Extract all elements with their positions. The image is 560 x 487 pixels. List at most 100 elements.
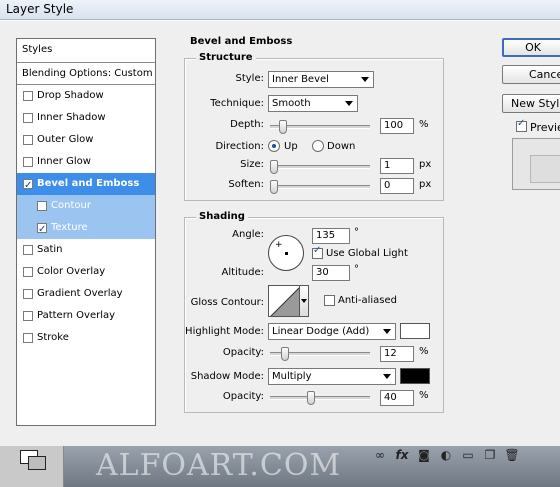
bevel-emboss-title: Bevel and Emboss (190, 36, 293, 47)
style-item-inner-shadow[interactable]: Inner Shadow (17, 107, 155, 129)
style-item-label: Drop Shadow (37, 90, 104, 101)
direction-down-label: Down (327, 141, 356, 152)
chevron-down-icon (383, 374, 391, 379)
gloss-contour-dropdown[interactable] (300, 285, 309, 317)
depth-input[interactable]: 100 (380, 118, 414, 134)
styles-header[interactable]: Styles (17, 39, 155, 63)
style-items: Drop Shadow Inner Shadow Outer Glow Inner G… (17, 85, 155, 349)
direction-label: Direction: (215, 141, 264, 152)
highlight-opacity-input[interactable]: 12 (380, 346, 414, 362)
highlight-mode-value: Linear Dodge (Add) (272, 326, 370, 337)
mask-icon[interactable]: ◙ (416, 448, 432, 464)
folder-icon[interactable]: ▭ (460, 448, 476, 464)
size-slider[interactable] (270, 160, 370, 174)
style-preview-box (512, 138, 560, 190)
style-item-contour[interactable]: Contour (17, 195, 155, 217)
technique-select[interactable]: Smooth (268, 95, 358, 112)
style-item-label: Satin (37, 244, 63, 255)
style-item-label: Bevel and Emboss (37, 178, 140, 189)
style-item-label: Inner Glow (37, 156, 91, 167)
style-item-label: Outer Glow (37, 134, 94, 145)
angle-input[interactable]: 135 (312, 228, 350, 244)
style-item-color-overlay[interactable]: Color Overlay (17, 261, 155, 283)
trash-icon[interactable]: 🗑 (504, 448, 520, 464)
size-unit: px (419, 159, 432, 170)
style-select-value: Inner Bevel (272, 74, 329, 85)
style-select[interactable]: Inner Bevel (268, 71, 374, 88)
style-checkbox[interactable] (23, 289, 33, 299)
depth-unit: % (419, 119, 429, 130)
style-checkbox[interactable] (23, 267, 33, 277)
crosshair-icon: + (275, 240, 283, 250)
preview-checkbox[interactable] (516, 118, 527, 132)
style-item-label: Inner Shadow (37, 112, 106, 123)
style-checkbox[interactable] (23, 157, 33, 167)
style-item-bevel-and-emboss[interactable]: Bevel and Emboss (17, 173, 155, 197)
style-item-gradient-overlay[interactable]: Gradient Overlay (17, 283, 155, 305)
size-slider-thumb[interactable] (270, 160, 278, 174)
background-color-icon[interactable] (28, 456, 46, 470)
anti-aliased-checkbox[interactable] (324, 295, 335, 306)
blending-options-item[interactable]: Blending Options: Custom (17, 63, 155, 85)
depth-slider-thumb[interactable] (279, 120, 288, 134)
style-item-label: Stroke (37, 332, 69, 343)
style-item-stroke[interactable]: Stroke (17, 327, 155, 349)
style-checkbox[interactable] (23, 333, 33, 343)
style-item-label: Contour (51, 200, 91, 211)
soften-slider[interactable] (270, 180, 370, 194)
style-item-satin[interactable]: Satin (17, 239, 155, 261)
shadow-opacity-slider[interactable] (270, 391, 370, 405)
dial-center-dot (285, 252, 288, 255)
style-item-pattern-overlay[interactable]: Pattern Overlay (17, 305, 155, 327)
shadow-color-swatch[interactable] (400, 368, 430, 384)
style-checkbox[interactable] (23, 175, 33, 197)
size-input[interactable]: 1 (380, 158, 414, 174)
chevron-down-icon (361, 77, 369, 82)
link-layers-icon[interactable]: ∞ (372, 448, 388, 464)
angle-dial[interactable]: + (268, 235, 304, 271)
style-checkbox[interactable] (37, 201, 47, 211)
window-title: Layer Style (6, 2, 74, 16)
shadow-mode-label: Shadow Mode: (190, 371, 264, 382)
soften-input[interactable]: 0 (380, 178, 414, 194)
highlight-color-swatch[interactable] (400, 323, 430, 339)
cancel-button[interactable]: Cancel (502, 65, 560, 84)
style-checkbox[interactable] (37, 219, 47, 241)
direction-down-radio[interactable] (312, 140, 324, 152)
altitude-input[interactable]: 30 (312, 265, 350, 281)
new-layer-icon[interactable]: ❐ (482, 448, 498, 464)
new-style-button[interactable]: New Style... (502, 94, 560, 113)
shadow-mode-value: Multiply (272, 371, 312, 382)
shading-title: Shading (196, 211, 248, 222)
style-item-drop-shadow[interactable]: Drop Shadow (17, 85, 155, 107)
style-item-texture[interactable]: Texture (17, 217, 155, 241)
angle-label: Angle: (232, 229, 264, 240)
shadow-opacity-thumb[interactable] (306, 391, 315, 405)
title-bar: Layer Style (0, 0, 560, 20)
style-checkbox[interactable] (23, 113, 33, 123)
contour-curve-icon (270, 287, 299, 316)
highlight-opacity-slider[interactable] (270, 347, 370, 361)
style-checkbox[interactable] (23, 311, 33, 321)
altitude-unit: ° (354, 264, 359, 275)
gloss-contour-preview[interactable] (268, 285, 300, 317)
style-checkbox[interactable] (23, 245, 33, 255)
fx-icon[interactable]: fx (394, 448, 410, 464)
highlight-opacity-label: Opacity: (222, 347, 264, 358)
style-checkbox[interactable] (23, 135, 33, 145)
use-global-light-checkbox[interactable] (312, 245, 323, 259)
adjustment-layer-icon[interactable]: ◐ (438, 448, 454, 464)
highlight-mode-select[interactable]: Linear Dodge (Add) (268, 323, 396, 340)
style-item-inner-glow[interactable]: Inner Glow (17, 151, 155, 173)
style-checkbox[interactable] (23, 91, 33, 101)
soften-slider-thumb[interactable] (270, 180, 278, 194)
direction-up-radio[interactable] (268, 140, 280, 152)
shadow-mode-select[interactable]: Multiply (268, 368, 396, 385)
soften-label: Soften: (228, 179, 264, 190)
style-item-outer-glow[interactable]: Outer Glow (17, 129, 155, 151)
ok-button[interactable]: OK (502, 38, 560, 57)
depth-slider[interactable] (270, 120, 370, 134)
altitude-label: Altitude: (221, 267, 264, 278)
shadow-opacity-input[interactable]: 40 (380, 390, 414, 406)
highlight-opacity-thumb[interactable] (281, 347, 290, 361)
